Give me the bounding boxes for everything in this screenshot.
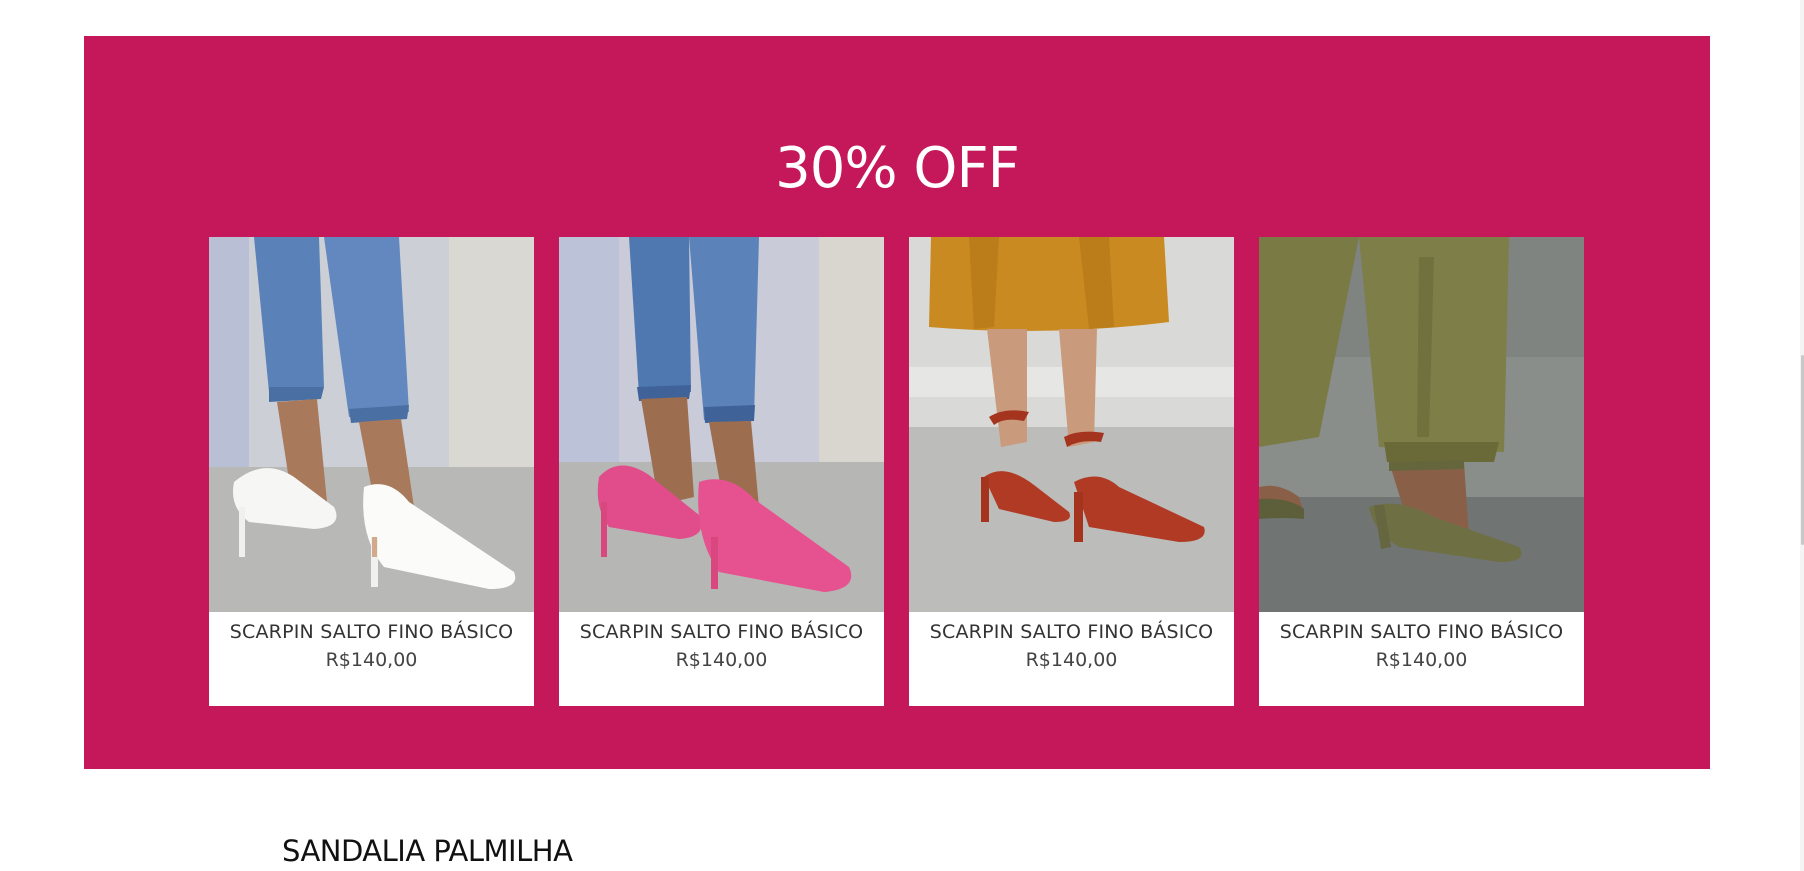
product-price: R$140,00 bbox=[1375, 649, 1468, 671]
product-name[interactable]: SCARPIN SALTO FINO BÁSICO bbox=[209, 621, 534, 643]
section-heading: SANDALIA PALMILHA bbox=[282, 834, 573, 868]
product-image[interactable] bbox=[209, 237, 534, 612]
product-card[interactable]: SCARPIN SALTO FINO BÁSICO R$140,00 bbox=[559, 237, 884, 706]
product-image[interactable] bbox=[1259, 237, 1584, 612]
product-image[interactable] bbox=[559, 237, 884, 612]
product-card[interactable]: SCARPIN SALTO FINO BÁSICO R$140,00 bbox=[1259, 237, 1584, 706]
product-name[interactable]: SCARPIN SALTO FINO BÁSICO bbox=[559, 621, 884, 643]
product-price: R$140,00 bbox=[675, 649, 768, 671]
product-name[interactable]: SCARPIN SALTO FINO BÁSICO bbox=[1259, 621, 1584, 643]
product-name[interactable]: SCARPIN SALTO FINO BÁSICO bbox=[909, 621, 1234, 643]
promo-title: 30% OFF bbox=[775, 136, 1020, 201]
product-photo-olive-sandals bbox=[1259, 237, 1584, 612]
product-price: R$140,00 bbox=[1025, 649, 1118, 671]
product-photo-pink-pumps bbox=[559, 237, 884, 612]
product-image[interactable] bbox=[909, 237, 1234, 612]
product-price: R$140,00 bbox=[325, 649, 418, 671]
product-card[interactable]: SCARPIN SALTO FINO BÁSICO R$140,00 bbox=[909, 237, 1234, 706]
promo-banner: 30% OFF SCARPIN SALTO FINO BÁSICO R$140,… bbox=[84, 36, 1710, 769]
product-photo-rust-sandals bbox=[909, 237, 1234, 612]
page: 30% OFF SCARPIN SALTO FINO BÁSICO R$140,… bbox=[0, 0, 1804, 871]
product-photo-white-pumps bbox=[209, 237, 534, 612]
product-card[interactable]: SCARPIN SALTO FINO BÁSICO R$140,00 bbox=[209, 237, 534, 706]
